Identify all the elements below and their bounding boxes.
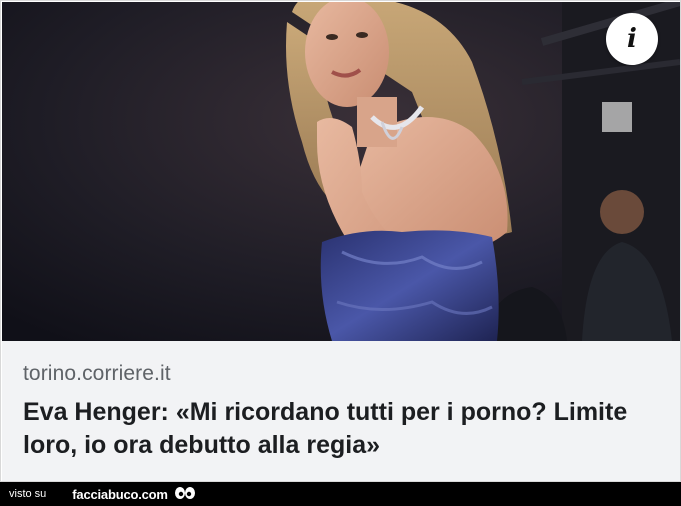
eyes-icon [174, 486, 196, 502]
source-domain: torino.corriere.it [23, 362, 171, 385]
info-icon: i [627, 24, 637, 54]
visto-su-label: visto su [9, 488, 47, 500]
info-button[interactable]: i [606, 13, 658, 65]
article-headline[interactable]: Eva Henger: «Mi ricordano tutti per i po… [23, 396, 663, 462]
link-preview-card[interactable]: i torino.corriere.it Eva Henger: «Mi ric… [0, 0, 681, 482]
watermark-bar: visto su facciabuco.com [0, 482, 681, 506]
article-photo-image [2, 2, 680, 341]
brand-name: facciabuco.com [72, 486, 168, 502]
link-meta[interactable]: torino.corriere.it Eva Henger: «Mi ricor… [2, 341, 680, 481]
article-photo[interactable]: i [2, 2, 680, 341]
